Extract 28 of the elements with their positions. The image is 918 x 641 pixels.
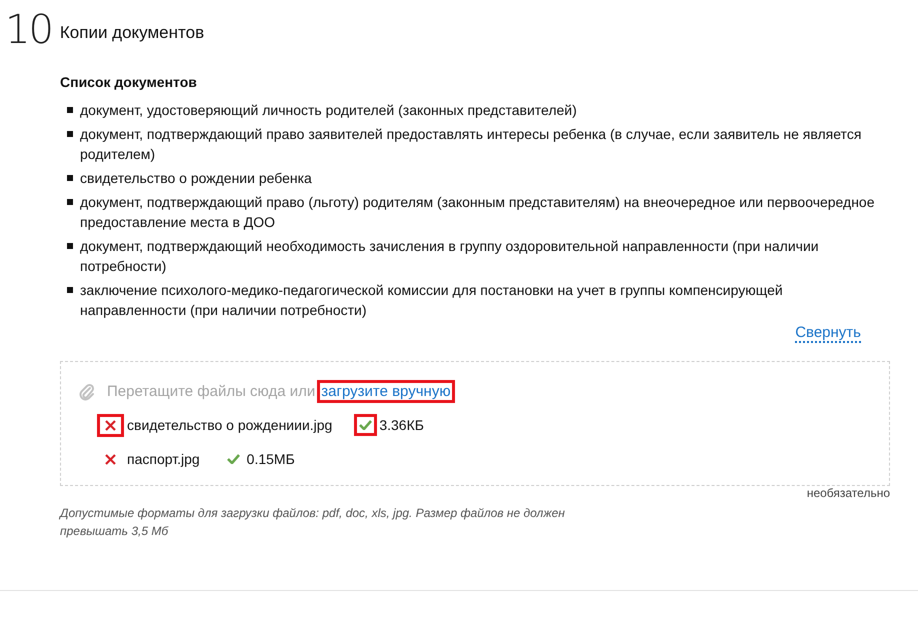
- drop-zone[interactable]: Перетащите файлы сюда или загрузите вручную свидетельство о рождениии.jpg 3.36КБ паспорт.jpg 0.15МБ: [60, 361, 890, 486]
- document-item: документ, подтверждающий право заявителей предоставлять интересы ребенка (в случае, если заявитель не является родителем): [80, 125, 862, 164]
- upload-link[interactable]: загрузите вручную: [317, 380, 455, 403]
- cross-icon: [105, 454, 116, 464]
- drop-prompt: Перетащите файлы сюда или: [107, 383, 316, 400]
- bullet-icon: [67, 175, 73, 181]
- document-item: документ, подтверждающий необходимость зачисления в группу оздоровительной направленности (при наличии потребности): [80, 237, 820, 276]
- cross-icon: [105, 420, 116, 430]
- optional-label: необязательно: [806, 486, 890, 500]
- paperclip-icon: [79, 382, 95, 400]
- bullet-icon: [67, 287, 73, 293]
- document-item: заключение психолого-медико-педагогической комиссии для постановки на учет в группы компенсирующей направленности (при наличии потребности): [80, 281, 784, 320]
- file-size: 0.15МБ: [246, 451, 295, 467]
- section-title: Копии документов: [60, 23, 204, 43]
- bullet-icon: [67, 107, 73, 113]
- document-item: документ, удостоверяющий личность родителей (законных представителей): [80, 101, 577, 120]
- bullet-icon: [67, 199, 73, 205]
- remove-button[interactable]: [97, 414, 124, 436]
- list-heading: Список документов: [60, 74, 198, 90]
- format-hint: Допустимые форматы для загрузки файлов: pdf, doc, xls, jpg. Размер файлов не должен превышать 3,5 Мб: [60, 505, 566, 540]
- collapse-link[interactable]: Свернуть: [795, 324, 861, 343]
- document-item: свидетельство о рождении ребенка: [80, 169, 312, 188]
- bullet-icon: [67, 131, 73, 137]
- bullet-icon: [67, 243, 73, 249]
- file-name: свидетельство о рождениии.jpg: [127, 417, 332, 433]
- section-number: 10: [5, 8, 52, 52]
- file-size: 3.36КБ: [379, 417, 424, 433]
- file-name: паспорт.jpg: [127, 451, 200, 467]
